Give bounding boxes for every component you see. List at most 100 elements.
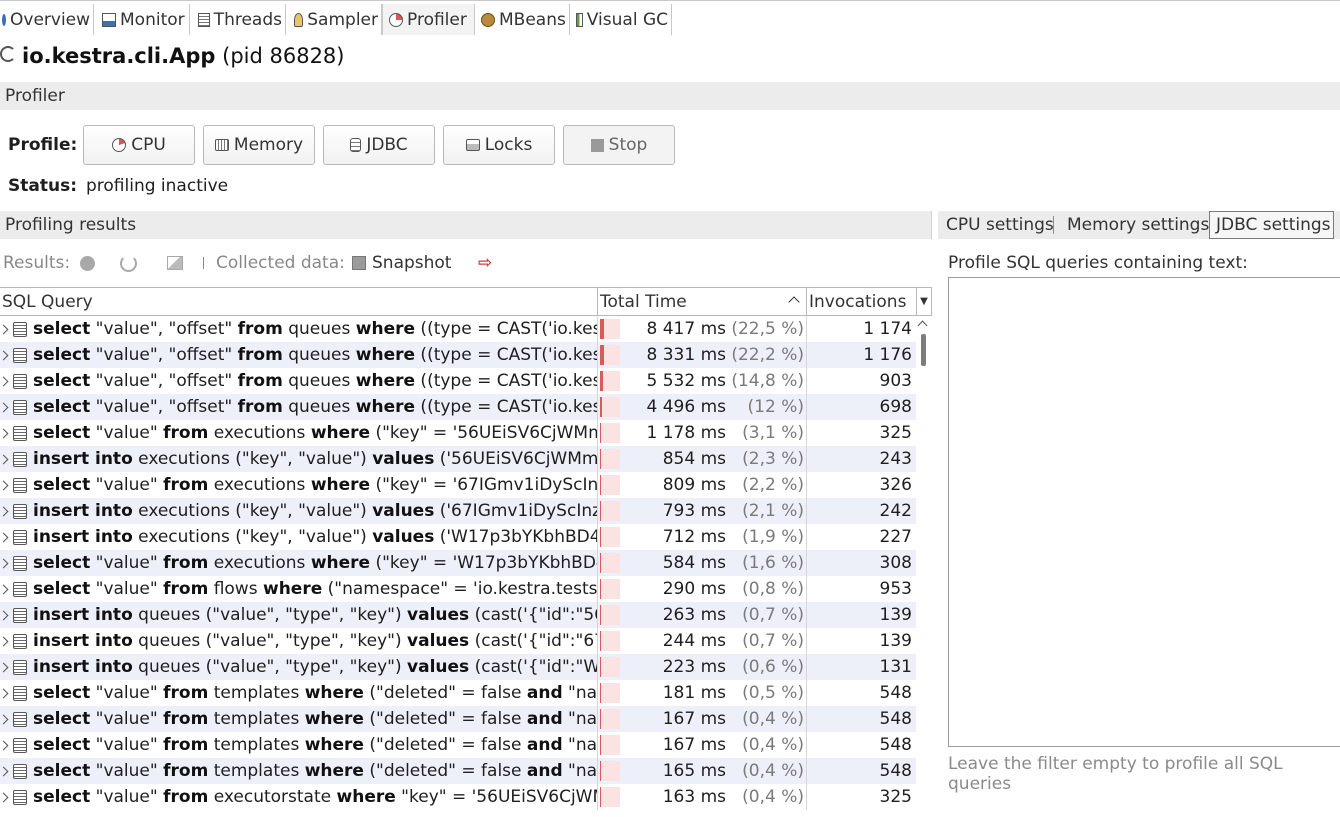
expand-chevron-icon[interactable] bbox=[0, 714, 9, 724]
table-row[interactable]: select "value", "offset" from queues whe… bbox=[0, 342, 916, 368]
expand-chevron-icon[interactable] bbox=[0, 584, 9, 594]
table-row[interactable]: insert into queues ("value", "type", "ke… bbox=[0, 654, 916, 680]
expand-chevron-icon[interactable] bbox=[0, 480, 9, 490]
tab-monitor[interactable]: Monitor bbox=[94, 4, 190, 35]
sql-query-cell: select "value", "offset" from queues whe… bbox=[0, 342, 597, 368]
table-row[interactable]: select "value" from templates where ("de… bbox=[0, 732, 916, 758]
expand-chevron-icon[interactable] bbox=[0, 662, 9, 672]
expand-chevron-icon[interactable] bbox=[0, 792, 9, 802]
sql-query-icon bbox=[13, 321, 27, 337]
tab-visual-gc[interactable]: Visual GC bbox=[570, 4, 672, 35]
column-sql-query[interactable]: SQL Query bbox=[0, 287, 598, 316]
total-time-value: 165 ms bbox=[662, 761, 726, 781]
table-row[interactable]: insert into executions ("key", "value") … bbox=[0, 446, 916, 472]
snapshot-dot-button[interactable] bbox=[80, 250, 95, 276]
total-time-value: 4 496 ms bbox=[646, 397, 727, 417]
expand-chevron-icon[interactable] bbox=[0, 428, 9, 438]
column-divider bbox=[806, 784, 807, 810]
sql-query-text: select "value" from executorstate where … bbox=[33, 787, 597, 807]
invocations-value: 242 bbox=[879, 501, 912, 521]
column-divider bbox=[806, 524, 807, 550]
table-row[interactable]: select "value" from templates where ("de… bbox=[0, 758, 916, 784]
sql-query-text: select "value", "offset" from queues whe… bbox=[33, 371, 597, 391]
column-divider bbox=[806, 446, 807, 472]
invocations-value: 227 bbox=[879, 527, 912, 547]
table-row[interactable]: select "value" from executions where ("k… bbox=[0, 420, 916, 446]
profile-memory-button[interactable]: Memory bbox=[203, 125, 315, 165]
tab-cpu-settings[interactable]: CPU settings bbox=[938, 211, 1062, 239]
sql-query-icon bbox=[13, 633, 27, 649]
expand-chevron-icon[interactable] bbox=[0, 324, 9, 334]
expand-chevron-icon[interactable] bbox=[0, 454, 9, 464]
scroll-thumb[interactable] bbox=[921, 334, 926, 366]
column-divider bbox=[597, 342, 598, 368]
invocations-value: 1 176 bbox=[863, 345, 912, 365]
expand-chevron-icon[interactable] bbox=[0, 532, 9, 542]
column-divider bbox=[597, 420, 598, 446]
expand-chevron-icon[interactable] bbox=[0, 636, 9, 646]
table-row[interactable]: select "value" from executions where ("k… bbox=[0, 550, 916, 576]
sql-query-cell: select "value", "offset" from queues whe… bbox=[0, 316, 597, 342]
expand-chevron-icon[interactable] bbox=[0, 688, 9, 698]
heapdump-button[interactable]: ⇨ bbox=[478, 250, 492, 276]
table-row[interactable]: select "value", "offset" from queues whe… bbox=[0, 394, 916, 420]
tab-sampler[interactable]: Sampler bbox=[286, 4, 382, 35]
column-chooser-button[interactable]: ▼ bbox=[916, 287, 932, 316]
tab-jdbc-settings[interactable]: JDBC settings bbox=[1209, 211, 1334, 239]
expand-chevron-icon[interactable] bbox=[0, 766, 9, 776]
total-time-value: 793 ms bbox=[662, 501, 726, 521]
profile-cpu-button[interactable]: CPU bbox=[83, 125, 195, 165]
column-invocations[interactable]: Invocations bbox=[806, 287, 917, 316]
reset-button[interactable] bbox=[120, 250, 137, 276]
record-icon bbox=[80, 255, 95, 271]
table-row[interactable]: insert into queues ("value", "type", "ke… bbox=[0, 602, 916, 628]
expand-chevron-icon[interactable] bbox=[0, 740, 9, 750]
profile-locks-button[interactable]: Locks bbox=[443, 125, 555, 165]
expand-chevron-icon[interactable] bbox=[0, 506, 9, 516]
table-row[interactable]: select "value", "offset" from queues whe… bbox=[0, 368, 916, 394]
sql-query-text: select "value" from templates where ("de… bbox=[33, 683, 597, 703]
column-total-time[interactable]: Total Time bbox=[597, 287, 807, 316]
column-divider bbox=[597, 498, 598, 524]
table-row[interactable]: select "value" from executions where ("k… bbox=[0, 472, 916, 498]
invocations-value: 548 bbox=[879, 761, 912, 781]
tab-overview[interactable]: Overview bbox=[0, 4, 94, 35]
sql-filter-input[interactable] bbox=[948, 277, 1340, 747]
total-time-value: 5 532 ms bbox=[646, 371, 727, 391]
table-row[interactable]: select "value" from flows where ("namesp… bbox=[0, 576, 916, 602]
expand-chevron-icon[interactable] bbox=[0, 350, 9, 360]
tab-threads[interactable]: Threads bbox=[190, 4, 286, 35]
snapshot-button[interactable]: Snapshot bbox=[352, 250, 451, 276]
sql-query-cell: select "value" from executorstate where … bbox=[0, 784, 597, 810]
table-row[interactable]: insert into executions ("key", "value") … bbox=[0, 524, 916, 550]
sort-ascending-icon bbox=[788, 296, 800, 308]
table-row[interactable]: insert into queues ("value", "type", "ke… bbox=[0, 628, 916, 654]
scroll-up-icon[interactable] bbox=[917, 320, 928, 331]
expand-chevron-icon[interactable] bbox=[0, 558, 9, 568]
tab-profiler[interactable]: Profiler bbox=[382, 4, 475, 35]
sql-query-icon bbox=[13, 451, 27, 467]
profile-jdbc-button[interactable]: JDBC bbox=[323, 125, 435, 165]
export-button[interactable] bbox=[167, 250, 183, 276]
expand-chevron-icon[interactable] bbox=[0, 402, 9, 412]
column-divider bbox=[597, 628, 598, 654]
results-table: SQL Query Total Time Invocations ▼ selec… bbox=[0, 287, 932, 817]
table-row[interactable]: insert into executions ("key", "value") … bbox=[0, 498, 916, 524]
expand-chevron-icon[interactable] bbox=[0, 610, 9, 620]
invocations-value: 325 bbox=[879, 423, 912, 443]
tab-memory-settings[interactable]: Memory settings bbox=[1059, 211, 1217, 239]
table-row[interactable]: select "value" from templates where ("de… bbox=[0, 706, 916, 732]
column-divider bbox=[806, 602, 807, 628]
table-row[interactable]: select "value" from executorstate where … bbox=[0, 784, 916, 810]
expand-chevron-icon[interactable] bbox=[0, 376, 9, 386]
tab-mbeans[interactable]: MBeans bbox=[475, 4, 570, 35]
column-divider bbox=[597, 706, 598, 732]
table-row[interactable]: select "value", "offset" from queues whe… bbox=[0, 316, 916, 342]
sql-query-cell: insert into executions ("key", "value") … bbox=[0, 446, 597, 472]
column-divider bbox=[806, 550, 807, 576]
table-vertical-scrollbar[interactable] bbox=[916, 316, 930, 817]
profile-stop-button[interactable]: Stop bbox=[563, 125, 675, 165]
column-divider bbox=[806, 316, 807, 342]
table-row[interactable]: select "value" from templates where ("de… bbox=[0, 680, 916, 706]
sql-query-cell: select "value" from templates where ("de… bbox=[0, 680, 597, 706]
